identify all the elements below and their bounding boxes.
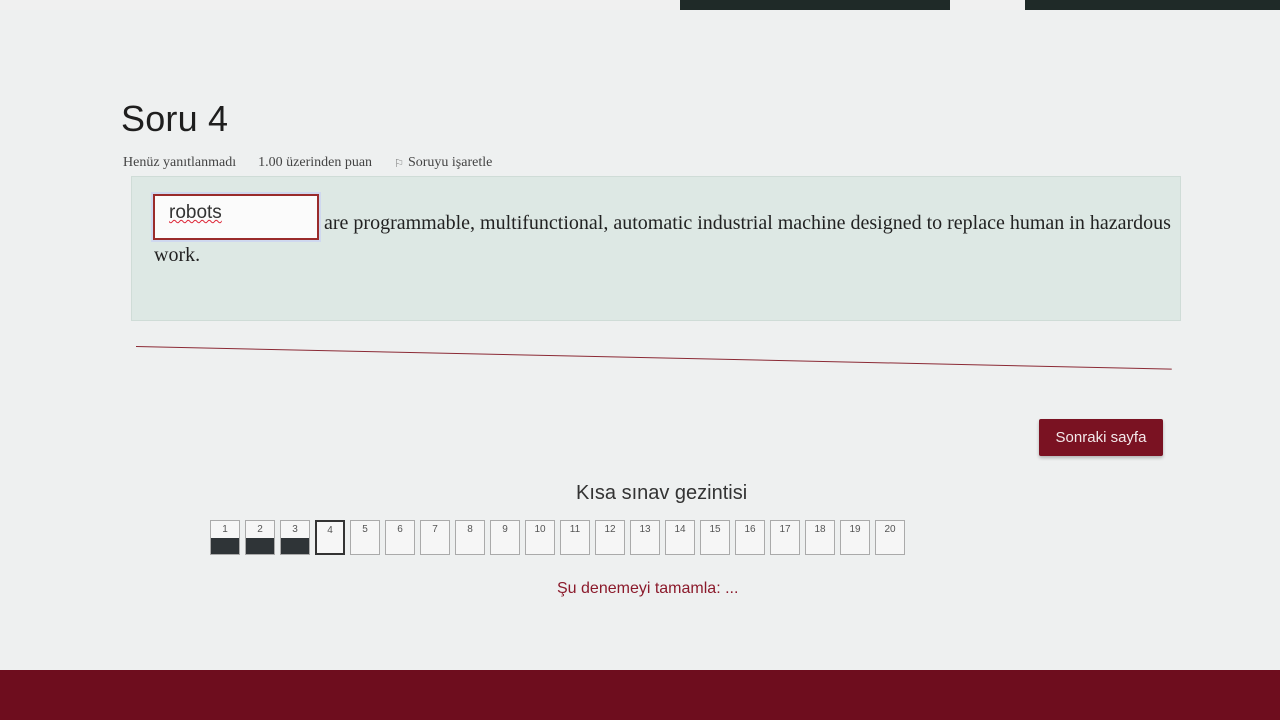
quiz-nav-item-18[interactable]: 18 bbox=[805, 520, 835, 555]
quiz-nav-item-number: 9 bbox=[502, 524, 508, 535]
answer-value: robots bbox=[169, 202, 222, 223]
quiz-nav-item-15[interactable]: 15 bbox=[700, 520, 730, 555]
quiz-nav-item-3[interactable]: 3 bbox=[280, 520, 310, 555]
quiz-nav-item-number: 15 bbox=[709, 524, 721, 535]
flag-icon: ⚐ bbox=[394, 157, 404, 170]
quiz-nav-item-20[interactable]: 20 bbox=[875, 520, 905, 555]
quiz-nav-item-number: 17 bbox=[779, 524, 791, 535]
question-box: are programmable, multifunctional, autom… bbox=[131, 176, 1181, 321]
bottom-bar bbox=[0, 670, 1280, 720]
question-title: Soru 4 bbox=[121, 98, 229, 139]
next-page-button[interactable]: Sonraki sayfa bbox=[1039, 419, 1163, 456]
quiz-nav-item-12[interactable]: 12 bbox=[595, 520, 625, 555]
quiz-nav-item-number: 18 bbox=[814, 524, 826, 535]
quiz-nav-item-number: 13 bbox=[639, 524, 651, 535]
quiz-nav-item-2[interactable]: 2 bbox=[245, 520, 275, 555]
quiz-navigation-grid: 1 2 3 4 5 6 7 8 9 10 11 12 13 14 15 16 17 18 19 20 bbox=[210, 520, 905, 555]
quiz-nav-item-7[interactable]: 7 bbox=[420, 520, 450, 555]
quiz-nav-item-9[interactable]: 9 bbox=[490, 520, 520, 555]
quiz-nav-item-14[interactable]: 14 bbox=[665, 520, 695, 555]
quiz-nav-item-10[interactable]: 10 bbox=[525, 520, 555, 555]
quiz-nav-item-number: 3 bbox=[292, 524, 298, 535]
quiz-nav-item-number: 19 bbox=[849, 524, 861, 535]
quiz-nav-item-number: 4 bbox=[327, 525, 333, 536]
quiz-nav-item-5[interactable]: 5 bbox=[350, 520, 380, 555]
quiz-nav-item-13[interactable]: 13 bbox=[630, 520, 660, 555]
quiz-nav-item-number: 20 bbox=[884, 524, 896, 535]
quiz-nav-item-number: 16 bbox=[744, 524, 756, 535]
question-info: Henüz yanıtlanmadı 1.00 üzerinden puan ⚐… bbox=[123, 155, 492, 171]
quiz-nav-item-8[interactable]: 8 bbox=[455, 520, 485, 555]
quiz-nav-item-number: 2 bbox=[257, 524, 263, 535]
flag-question-label: Soruyu işaretle bbox=[407, 155, 493, 170]
quiz-nav-item-11[interactable]: 11 bbox=[560, 520, 590, 555]
finish-attempt-link[interactable]: Şu denemeyi tamamla: ... bbox=[557, 580, 738, 598]
quiz-nav-item-16[interactable]: 16 bbox=[735, 520, 765, 555]
quiz-nav-item-number: 1 bbox=[222, 524, 228, 535]
quiz-nav-item-number: 10 bbox=[534, 524, 546, 535]
quiz-nav-item-number: 7 bbox=[432, 524, 438, 535]
quiz-nav-item-number: 14 bbox=[674, 524, 686, 535]
quiz-nav-item-number: 6 bbox=[397, 524, 403, 535]
quiz-nav-item-4[interactable]: 4 bbox=[315, 520, 345, 555]
quiz-nav-item-number: 8 bbox=[467, 524, 473, 535]
quiz-nav-item-17[interactable]: 17 bbox=[770, 520, 800, 555]
quiz-nav-item-number: 5 bbox=[362, 524, 368, 535]
answer-input[interactable]: robots bbox=[153, 194, 319, 240]
quiz-nav-item-6[interactable]: 6 bbox=[385, 520, 415, 555]
quiz-nav-item-number: 12 bbox=[604, 524, 616, 535]
quiz-nav-item-1[interactable]: 1 bbox=[210, 520, 240, 555]
quiz-navigation-title: Kısa sınav gezintisi bbox=[576, 482, 748, 504]
quiz-nav-item-19[interactable]: 19 bbox=[840, 520, 870, 555]
question-points: 1.00 üzerinden puan bbox=[258, 155, 373, 170]
quiz-nav-item-number: 11 bbox=[569, 524, 581, 535]
question-status: Henüz yanıtlanmadı bbox=[123, 155, 237, 170]
flag-question-button[interactable]: ⚐ Soruyu işaretle bbox=[394, 155, 492, 171]
